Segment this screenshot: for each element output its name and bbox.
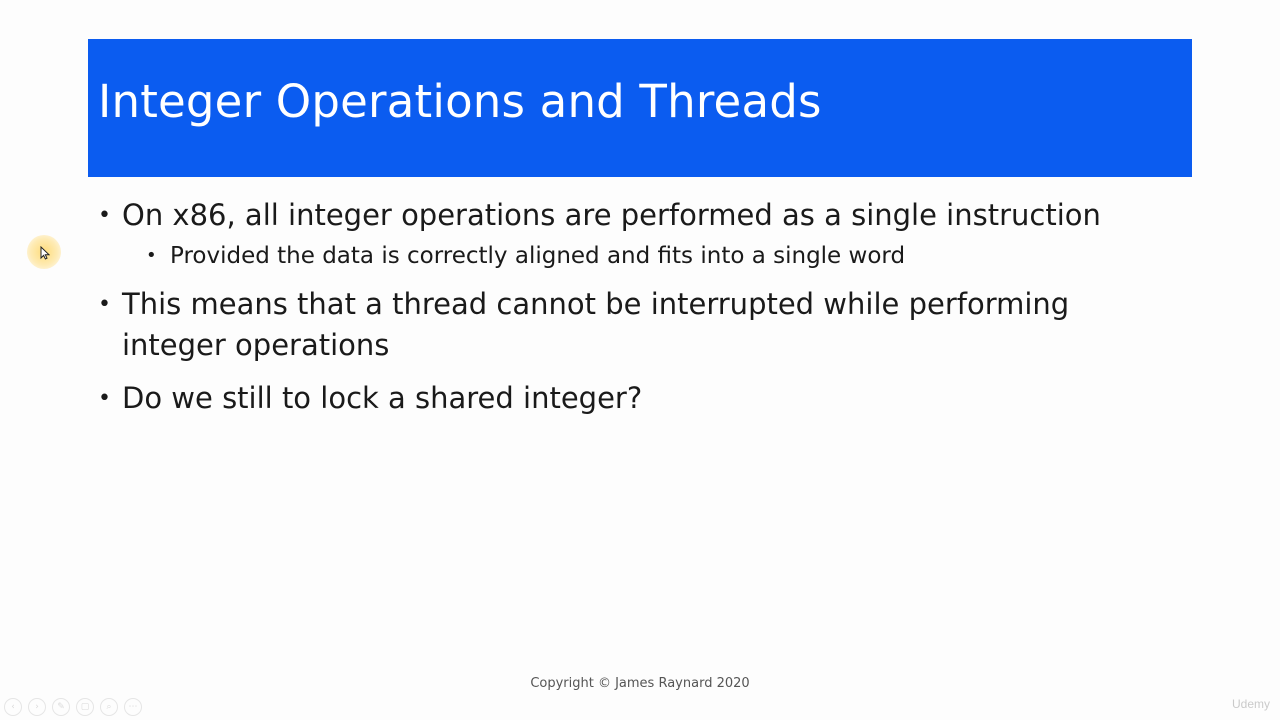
- slide-content: • On x86, all integer operations are per…: [96, 195, 1186, 419]
- bullet-icon: •: [98, 386, 111, 411]
- bullet-item: • Do we still to lock a shared integer?: [96, 378, 1186, 419]
- bullet-text-line-1: This means that a thread cannot be inter…: [122, 287, 1070, 321]
- bullet-icon: •: [98, 203, 111, 228]
- slide-title: Integer Operations and Threads: [98, 75, 822, 128]
- sub-bullet-item: • Provided the data is correctly aligned…: [96, 236, 1186, 276]
- pen-icon[interactable]: ✎: [52, 698, 70, 716]
- bullet-text: On x86, all integer operations are perfo…: [122, 198, 1101, 232]
- more-icon[interactable]: ⋯: [124, 698, 142, 716]
- sub-bullet-text: Provided the data is correctly aligned a…: [170, 243, 906, 269]
- copy-icon[interactable]: ▢: [76, 698, 94, 716]
- title-bar: Integer Operations and Threads: [88, 39, 1192, 177]
- bullet-item: • On x86, all integer operations are per…: [96, 195, 1186, 236]
- mouse-pointer-icon: [40, 245, 51, 264]
- next-icon[interactable]: ›: [28, 698, 46, 716]
- presentation-toolbar: ‹ › ✎ ▢ ⌕ ⋯: [4, 698, 142, 716]
- slide: Integer Operations and Threads • On x86,…: [0, 0, 1280, 720]
- prev-icon[interactable]: ‹: [4, 698, 22, 716]
- copyright-footer: Copyright © James Raynard 2020: [530, 676, 750, 691]
- udemy-watermark: Udemy: [1231, 697, 1270, 711]
- bullet-item: • This means that a thread cannot be int…: [96, 284, 1186, 366]
- zoom-icon[interactable]: ⌕: [100, 698, 118, 716]
- bullet-text-line-2: integer operations: [122, 328, 390, 362]
- bullet-icon: •: [146, 245, 157, 266]
- bullet-text: Do we still to lock a shared integer?: [122, 381, 643, 415]
- bullet-icon: •: [98, 292, 111, 317]
